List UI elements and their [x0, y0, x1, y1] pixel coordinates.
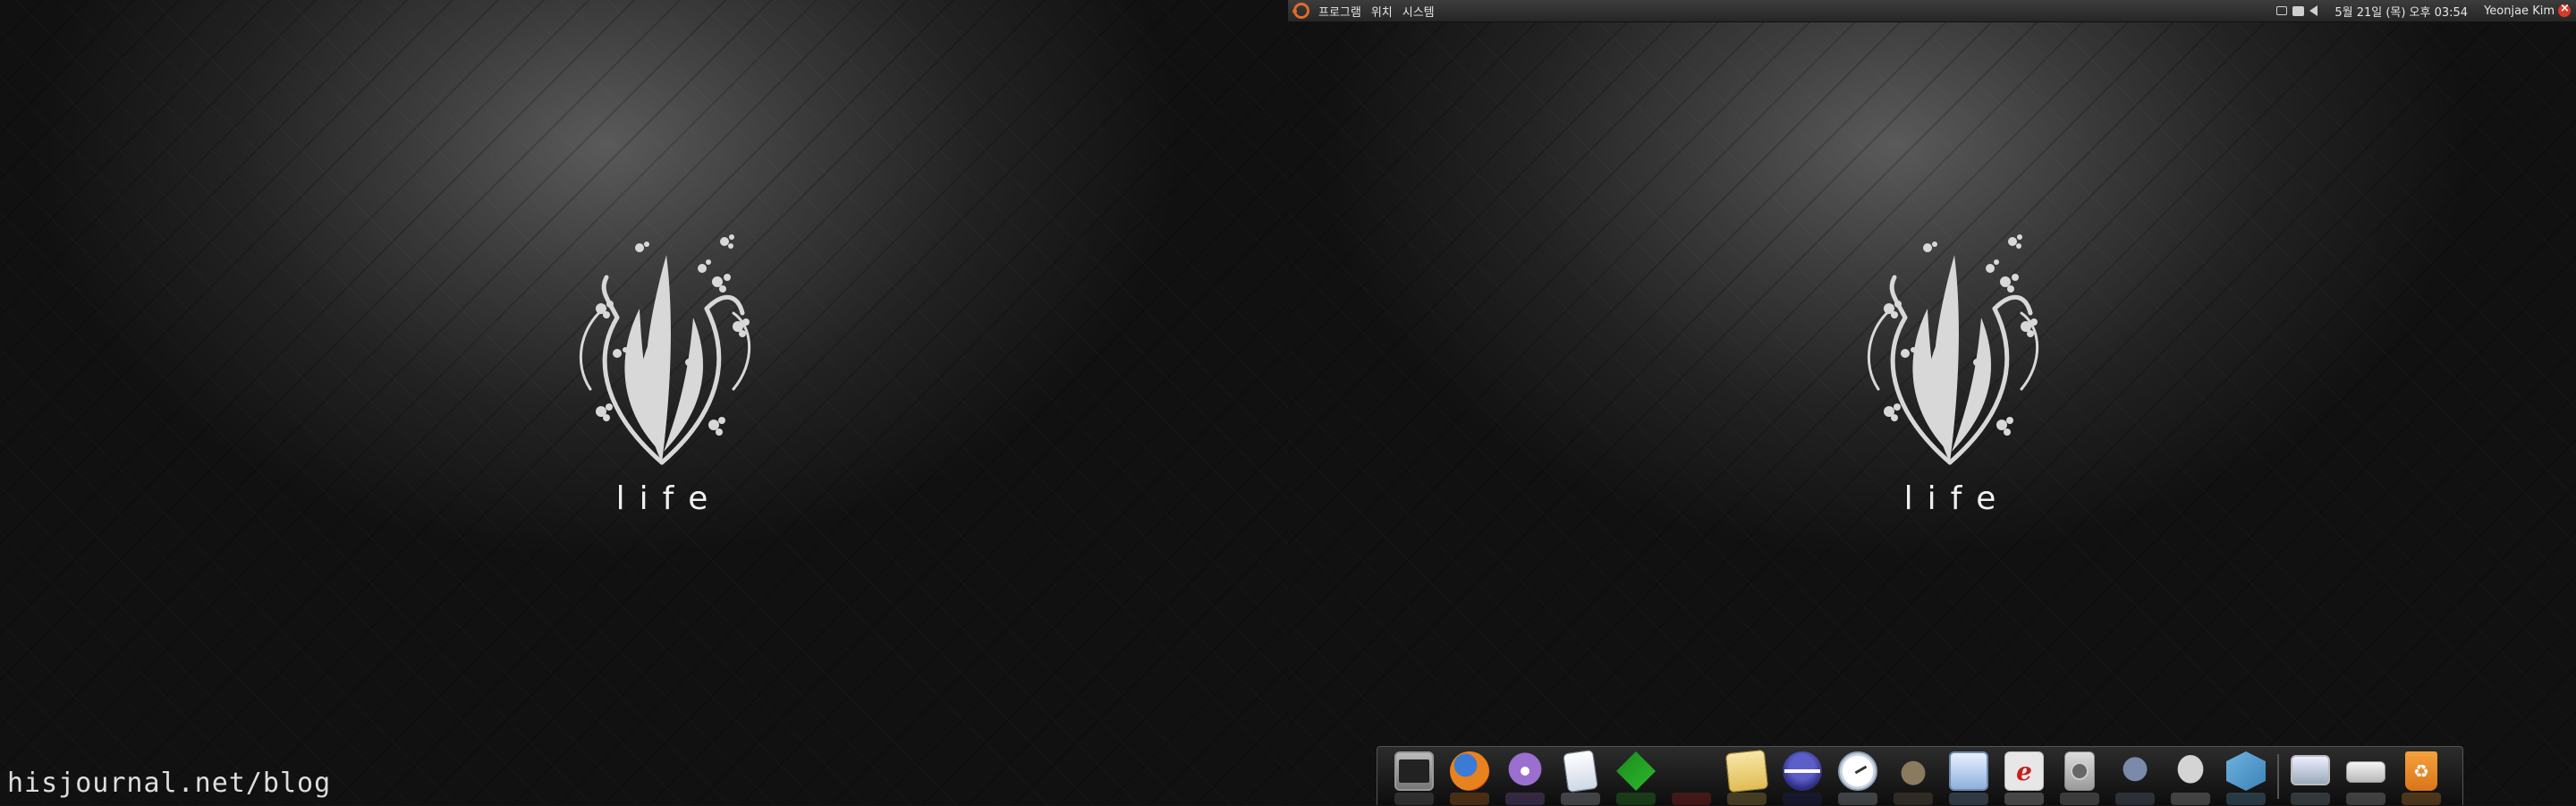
icon-reflection [2346, 793, 2385, 805]
icon-reflection [1949, 793, 1988, 805]
icon-reflection [1616, 793, 1656, 805]
terminal-icon [1394, 751, 1434, 791]
screenshot-icon [1949, 751, 1988, 791]
network-icon[interactable] [2292, 5, 2305, 16]
dock-item-notes[interactable] [1553, 747, 1608, 806]
icon-reflection [1394, 793, 1434, 805]
icon-reflection [2171, 793, 2210, 805]
menu-places[interactable]: 위치 [1368, 3, 1399, 20]
clock-icon [1838, 751, 1877, 791]
monitor-icon [2291, 755, 2330, 785]
disk-icon [2064, 751, 2095, 791]
drive-icon [2346, 761, 2385, 783]
icon-reflection [1561, 793, 1600, 805]
dock-item-e[interactable]: e [1996, 747, 2052, 806]
eclipse-icon [1783, 751, 1822, 791]
icon-reflection [2402, 793, 2441, 805]
dock-item-clock[interactable] [1830, 747, 1885, 806]
window-list-icon[interactable] [2276, 6, 2288, 15]
icon-reflection [2226, 793, 2266, 805]
menu-applications[interactable]: 프로그램 [1315, 3, 1368, 20]
ubuntu-logo-icon[interactable] [1292, 3, 1309, 19]
trash-icon: ♻ [2405, 751, 2437, 791]
dock-item-trash[interactable]: ♻ [2394, 747, 2449, 806]
cloud-icon [2171, 751, 2210, 791]
top-panel: 프로그램 위치 시스템 5월 21일 (목) 오후 03:54 Yeonjae … [1288, 0, 2576, 22]
logo-text: life [615, 480, 723, 517]
watermark-text: hisjournal.net/blog [7, 768, 332, 799]
dock-item-text-editor[interactable] [1719, 747, 1775, 806]
text-editor-icon [1724, 749, 1769, 793]
virtualbox-icon [2226, 751, 2266, 791]
dock-item-virtualbox[interactable] [2218, 747, 2274, 806]
dock-item-drive[interactable] [2338, 747, 2394, 806]
icon-reflection [2004, 793, 2044, 805]
dock: e ♻ [1377, 746, 2463, 805]
desktop-right[interactable]: life [1288, 0, 2576, 805]
clock-text[interactable]: 5월 21일 (목) 오후 03:54 [2334, 3, 2468, 20]
dock-item-eclipse[interactable] [1775, 747, 1830, 806]
dock-item-colors[interactable] [1664, 747, 1719, 806]
desktop-left[interactable]: life hisjournal.net/blog [0, 0, 1288, 805]
flourish-icon [579, 234, 751, 465]
icon-reflection [1894, 793, 1933, 805]
dock-item-cloud[interactable] [2163, 747, 2218, 806]
icon-reflection [1505, 793, 1545, 805]
e-icon: e [2004, 751, 2044, 791]
dock-item-gimp[interactable] [1885, 747, 1941, 806]
tools-icon [2115, 751, 2155, 791]
logo-text: life [1903, 480, 2011, 517]
dock-item-monitor[interactable] [2283, 747, 2338, 806]
volume-icon[interactable] [2309, 5, 2318, 16]
life-logo: life [555, 228, 769, 523]
icon-reflection [1838, 793, 1877, 805]
gimp-icon [1894, 751, 1933, 791]
icon-reflection [1672, 793, 1711, 805]
user-menu[interactable]: Yeonjae Kim [2484, 4, 2555, 18]
menu-system[interactable]: 시스템 [1399, 3, 1441, 20]
flourish-icon [1867, 234, 2039, 465]
icon-reflection [1727, 793, 1767, 805]
pidgin-icon [1505, 751, 1545, 791]
firefox-icon [1450, 751, 1489, 791]
dock-item-disk[interactable] [2052, 747, 2107, 806]
dock-item-pidgin[interactable] [1497, 747, 1553, 806]
vim-icon [1616, 751, 1656, 791]
dock-item-firefox[interactable] [1442, 747, 1497, 806]
icon-reflection [2060, 793, 2099, 805]
power-icon[interactable] [2558, 2, 2571, 17]
dock-item-screenshot[interactable] [1941, 747, 1996, 806]
icon-reflection [2115, 793, 2155, 805]
icon-reflection [1450, 793, 1489, 805]
dock-item-vim[interactable] [1608, 747, 1664, 806]
icon-reflection [2291, 793, 2330, 805]
dock-item-tools[interactable] [2107, 747, 2163, 806]
life-logo: life [1843, 228, 2057, 523]
dock-item-terminal[interactable] [1386, 747, 1442, 806]
colors-icon [1672, 751, 1711, 791]
notes-icon [1563, 749, 1598, 793]
dock-separator [2277, 754, 2279, 799]
icon-reflection [1783, 793, 1822, 805]
